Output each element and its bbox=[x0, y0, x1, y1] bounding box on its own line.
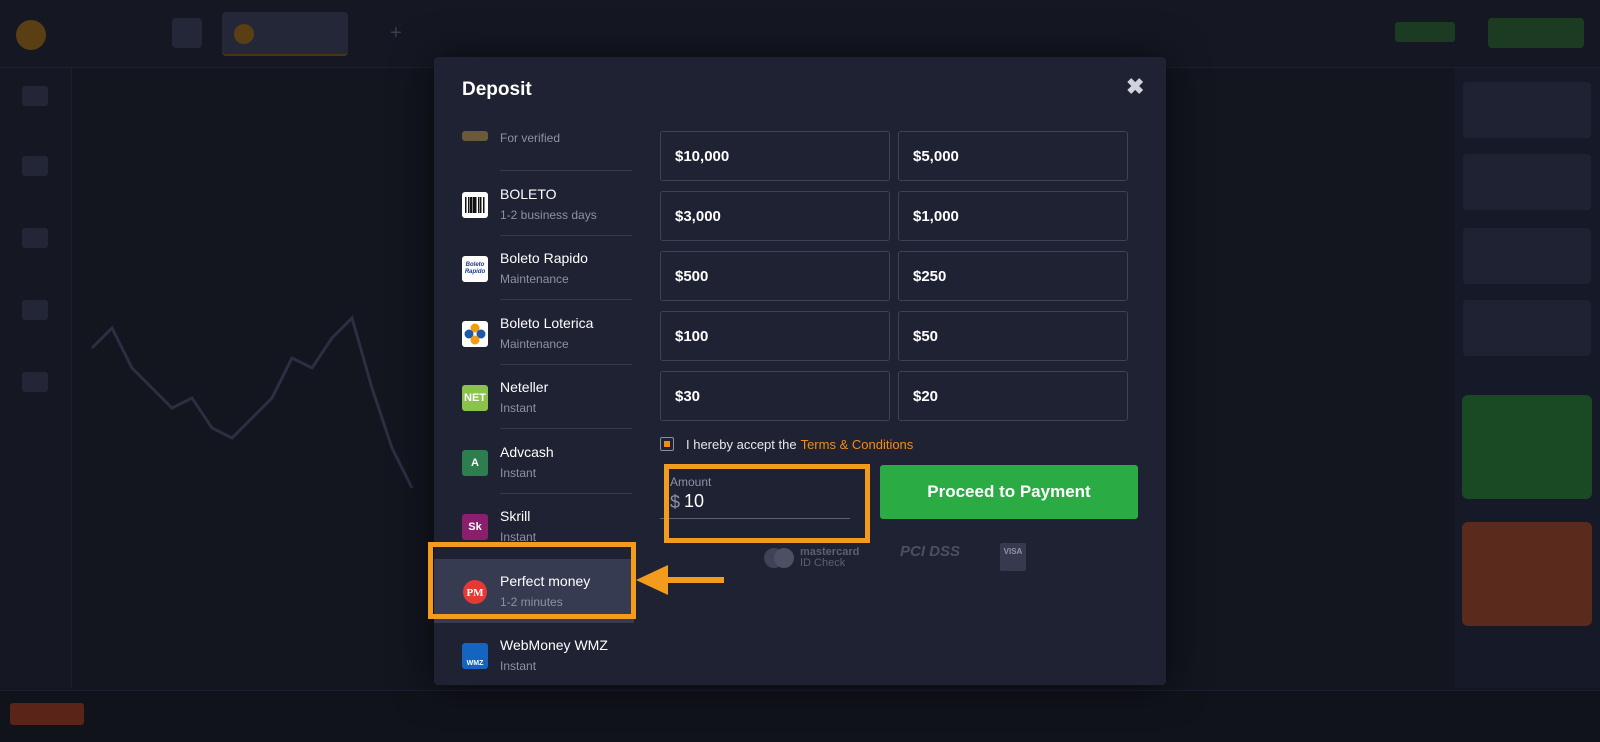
mastercard-circles-icon bbox=[764, 548, 794, 568]
nav-item bbox=[22, 300, 48, 320]
amount-input[interactable]: Amount $ 10 bbox=[660, 467, 850, 519]
deposit-modal: Deposit ✖ For verified BOLETO 1-2 business… bbox=[434, 57, 1166, 685]
left-navigation bbox=[0, 68, 72, 688]
nav-item bbox=[22, 228, 48, 248]
asset-tab bbox=[222, 12, 348, 56]
higher-button bbox=[1462, 395, 1592, 499]
asset-icon bbox=[234, 24, 254, 44]
advcash-icon: A bbox=[462, 449, 488, 476]
price-chart bbox=[90, 315, 414, 489]
neteller-icon: NET bbox=[462, 385, 488, 411]
loterica-clover-icon bbox=[462, 320, 488, 347]
skrill-icon: Sk bbox=[462, 514, 488, 540]
payment-method-name: WebMoney WMZ bbox=[500, 637, 608, 653]
nav-item bbox=[22, 372, 48, 392]
header-deposit-button bbox=[1488, 18, 1584, 48]
terms-text: I hereby accept the bbox=[686, 436, 797, 452]
amount-preset-button[interactable]: $5,000 bbox=[898, 131, 1128, 181]
payment-method-item[interactable]: PM Perfect money 1-2 minutes bbox=[434, 558, 634, 623]
payment-method-item[interactable]: Boleto Loterica Maintenance bbox=[462, 301, 632, 365]
payment-method-name: Advcash bbox=[500, 443, 554, 460]
menu-button bbox=[172, 18, 202, 48]
webmoney-icon: WMZ bbox=[462, 643, 488, 669]
payout-box bbox=[1463, 300, 1591, 356]
payment-method-timing: 1-2 minutes bbox=[500, 594, 563, 609]
payment-method-name: Boleto Loterica bbox=[500, 314, 594, 331]
investment-box bbox=[1463, 154, 1591, 210]
amount-preset-button[interactable]: $3,000 bbox=[660, 191, 890, 241]
pointer-arrow-icon bbox=[636, 565, 724, 595]
payment-method-name: Boleto Rapido bbox=[500, 250, 588, 266]
pci-dss-logo: PCI DSS bbox=[900, 543, 961, 560]
payment-method-list: For verified BOLETO 1-2 business days Bolet… bbox=[434, 127, 634, 685]
add-asset-icon: + bbox=[390, 22, 402, 44]
payment-method-item[interactable]: Boleto Rapido Boleto Rapido Maintenance bbox=[462, 236, 632, 300]
payment-method-item[interactable]: A Advcash Instant bbox=[462, 430, 632, 494]
app-bottom-bar bbox=[0, 690, 1600, 742]
amount-preset-button[interactable]: $100 bbox=[660, 311, 890, 361]
svg-text:PM: PM bbox=[466, 587, 484, 599]
payment-method-timing: Instant bbox=[500, 465, 537, 480]
payment-method-item[interactable]: For verified bbox=[462, 127, 632, 171]
support-badge bbox=[10, 703, 84, 725]
amount-preset-button[interactable]: $10,000 bbox=[660, 131, 890, 181]
lower-button bbox=[1462, 522, 1592, 626]
mastercard-text-line: ID Check bbox=[800, 557, 846, 569]
amount-preset-button[interactable]: $30 bbox=[660, 371, 890, 421]
terms-row: I hereby accept the Terms & Conditions bbox=[660, 435, 913, 453]
payment-method-item[interactable]: Sk Skrill Instant bbox=[462, 494, 632, 558]
mastercard-text: mastercard ID Check bbox=[800, 547, 859, 569]
payment-method-name: BOLETO bbox=[500, 185, 557, 202]
barcode-icon bbox=[462, 191, 488, 218]
payment-method-name: Perfect money bbox=[500, 572, 591, 589]
balance-display bbox=[1395, 22, 1455, 42]
payment-method-item[interactable]: NET Neteller Instant bbox=[462, 365, 632, 429]
amount-preset-button[interactable]: $1,000 bbox=[898, 191, 1128, 241]
payment-method-timing: Instant bbox=[500, 659, 537, 673]
amount-value[interactable]: 10 bbox=[684, 491, 704, 512]
profit-box bbox=[1463, 228, 1591, 284]
perfect-money-icon: PM bbox=[462, 579, 488, 605]
currency-symbol: $ bbox=[670, 492, 681, 512]
nav-item bbox=[22, 86, 48, 106]
payment-method-name: Skrill bbox=[500, 508, 531, 524]
amount-preset-button[interactable]: $250 bbox=[898, 251, 1128, 301]
amount-label: Amount bbox=[670, 475, 712, 489]
proceed-to-payment-button[interactable]: Proceed to Payment bbox=[880, 465, 1138, 519]
payment-method-item[interactable]: WMZ WebMoney WMZ Instant bbox=[462, 623, 632, 685]
modal-title: Deposit bbox=[462, 79, 532, 100]
payment-method-item[interactable]: BOLETO 1-2 business days bbox=[462, 172, 632, 236]
payment-method-timing: 1-2 business days bbox=[500, 207, 597, 222]
app-logo bbox=[16, 20, 46, 50]
boleto-rapido-icon: Boleto Rapido bbox=[462, 256, 488, 282]
payment-method-timing: Maintenance bbox=[500, 272, 569, 286]
amount-preset-button[interactable]: $20 bbox=[898, 371, 1128, 421]
close-icon[interactable]: ✖ bbox=[1126, 75, 1144, 99]
timer-box bbox=[1463, 82, 1591, 138]
payment-method-timing: Instant bbox=[500, 401, 537, 415]
terms-link[interactable]: Terms & Conditions bbox=[801, 437, 914, 452]
amount-preset-button[interactable]: $50 bbox=[898, 311, 1128, 361]
nav-item bbox=[22, 156, 48, 176]
payment-method-timing: For verified bbox=[500, 131, 561, 145]
payment-method-name: Neteller bbox=[500, 379, 549, 395]
visa-logo: VISA bbox=[1000, 543, 1026, 571]
terms-checkbox[interactable] bbox=[660, 437, 674, 451]
bank-card-icon bbox=[462, 131, 488, 141]
mastercard-logo: mastercard ID Check bbox=[764, 543, 874, 573]
amount-preset-button[interactable]: $500 bbox=[660, 251, 890, 301]
payment-method-timing: Maintenance bbox=[500, 336, 569, 351]
payment-method-timing: Instant bbox=[500, 530, 537, 544]
